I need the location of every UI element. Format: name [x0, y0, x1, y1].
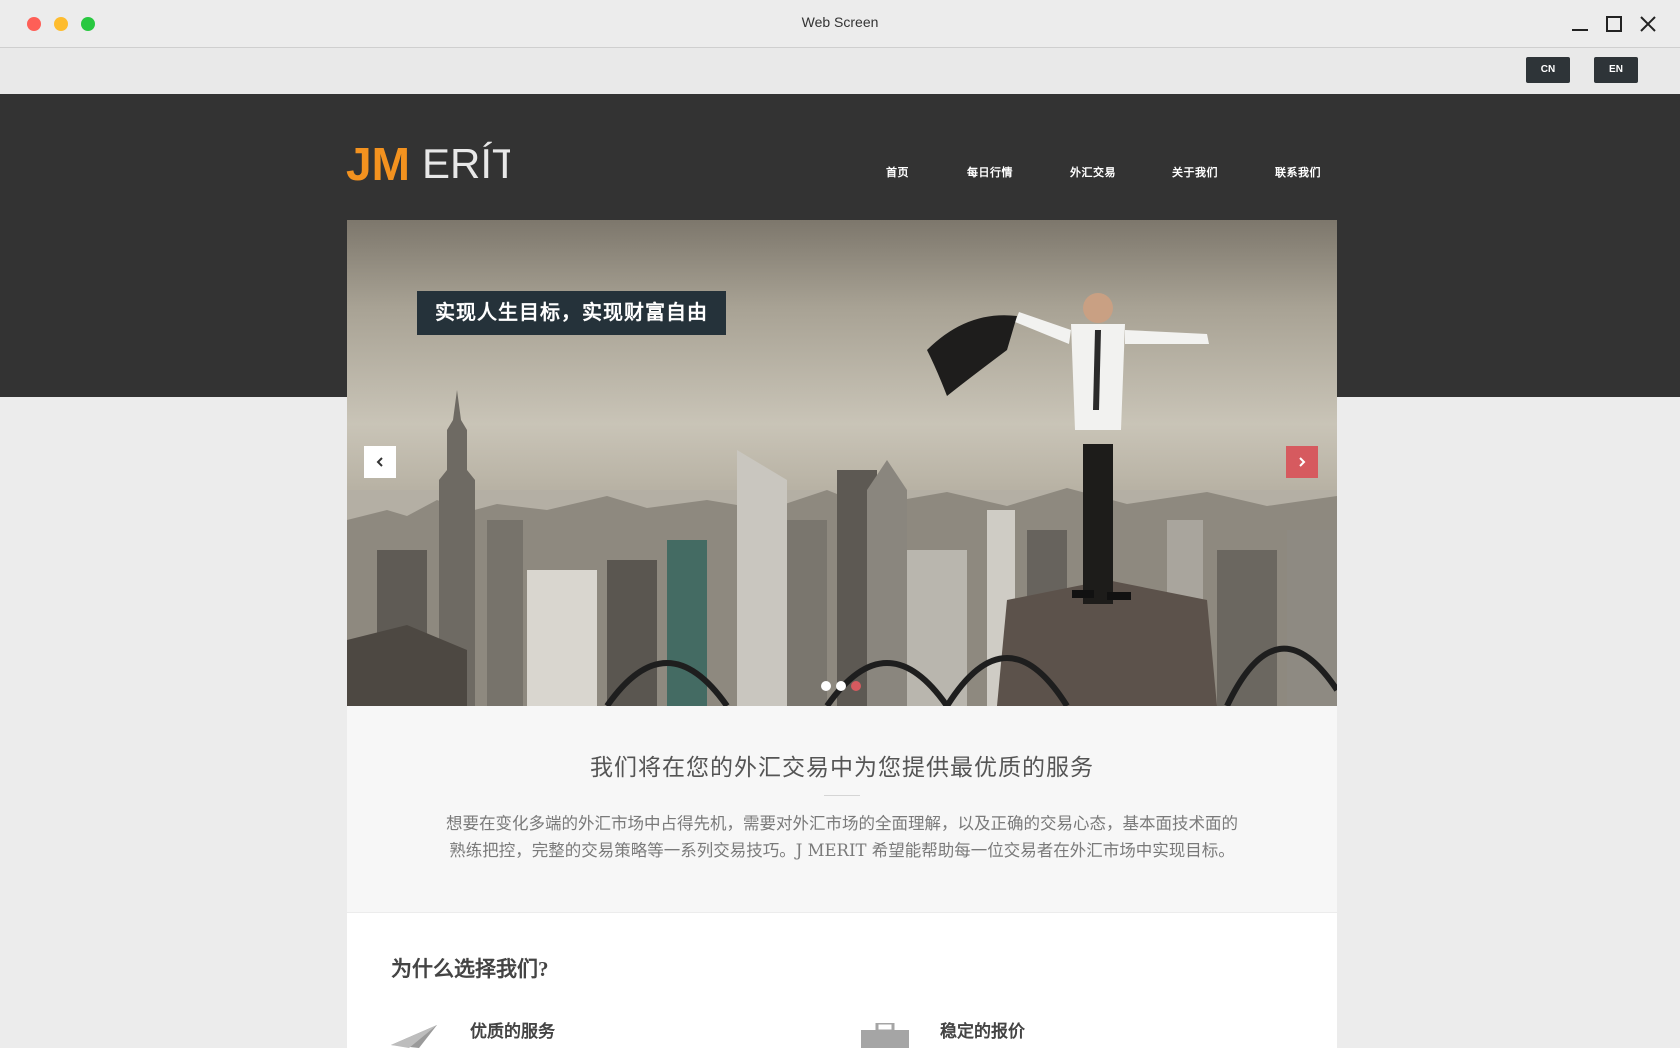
- chevron-left-icon: [376, 457, 383, 467]
- intro-text-line-1: 想要在变化多端的外汇市场中占得先机，需要对外汇市场的全面理解，以及正确的交易心态…: [446, 814, 1238, 833]
- why-title: 为什么选择我们?: [391, 957, 549, 981]
- slider-dot-3[interactable]: [851, 681, 861, 691]
- close-icon[interactable]: [1634, 10, 1662, 38]
- nav-item-about-us[interactable]: 关于我们: [1172, 164, 1218, 180]
- slider-dot-2[interactable]: [836, 681, 846, 691]
- hero-slider: 实现人生目标，实现财富自由: [347, 220, 1337, 706]
- maximize-icon[interactable]: [1600, 10, 1628, 38]
- lang-en-button[interactable]: EN: [1594, 57, 1638, 83]
- nav-item-contact-us[interactable]: 联系我们: [1275, 164, 1321, 180]
- feature-title-service: 优质的服务: [470, 1022, 555, 1041]
- intro-section: 我们将在您的外汇交易中为您提供最优质的服务 想要在变化多端的外汇市场中占得先机，…: [347, 706, 1337, 912]
- logo-jm-text: JM: [346, 138, 410, 186]
- nav-item-daily-market[interactable]: 每日行情: [967, 164, 1013, 180]
- minimize-icon[interactable]: [1566, 10, 1594, 38]
- paper-plane-icon: [391, 1025, 437, 1048]
- slider-next-button[interactable]: [1286, 446, 1318, 478]
- intro-text: 想要在变化多端的外汇市场中占得先机，需要对外汇市场的全面理解，以及正确的交易心态…: [392, 810, 1292, 864]
- window-titlebar: Web Screen: [0, 0, 1680, 48]
- nav-item-home[interactable]: 首页: [886, 164, 909, 180]
- lang-cn-button[interactable]: CN: [1526, 57, 1570, 83]
- jmerit-logo[interactable]: JM ERÍT: [346, 134, 510, 186]
- logo-erit-text: ERÍT: [422, 140, 510, 186]
- intro-text-line-2: 熟练把控，完整的交易策略等一系列交易技巧。J MERIT 希望能帮助每一位交易者…: [449, 841, 1235, 860]
- intro-divider: [824, 795, 860, 796]
- window-title: Web Screen: [801, 14, 879, 30]
- slider-pagination: [821, 678, 866, 696]
- feature-title-quote: 稳定的报价: [940, 1022, 1025, 1041]
- hero-caption: 实现人生目标，实现财富自由: [417, 291, 726, 335]
- slider-dot-1[interactable]: [821, 681, 831, 691]
- chevron-right-icon: [1299, 457, 1306, 467]
- nav-item-forex-trading[interactable]: 外汇交易: [1070, 164, 1116, 180]
- intro-title: 我们将在您的外汇交易中为您提供最优质的服务: [590, 755, 1094, 780]
- slider-prev-button[interactable]: [364, 446, 396, 478]
- language-bar: CN EN: [0, 48, 1680, 94]
- briefcase-icon: [861, 1023, 909, 1048]
- why-choose-us-section: 为什么选择我们? 优质的服务 稳定的报价: [347, 913, 1337, 1048]
